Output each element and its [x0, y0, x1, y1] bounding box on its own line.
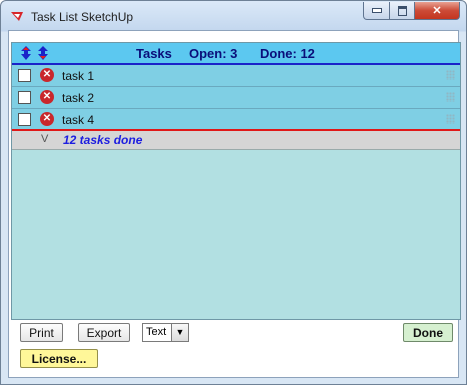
window-title: Task List SketchUp — [31, 10, 134, 24]
drag-handle-icon[interactable] — [446, 114, 455, 124]
export-format-value: Text — [146, 326, 167, 338]
task-checkbox[interactable] — [18, 91, 31, 104]
task-row[interactable]: ✕ task 2 — [12, 87, 460, 109]
delete-x-icon[interactable]: ✕ — [40, 90, 54, 104]
move-up-icon[interactable] — [21, 46, 31, 60]
delete-x-icon[interactable]: ✕ — [40, 68, 54, 82]
task-checkbox[interactable] — [18, 113, 31, 126]
chevron-down-icon[interactable]: ▼ — [171, 324, 188, 341]
window-controls: ✕ — [363, 2, 460, 20]
minimize-button[interactable] — [363, 2, 390, 20]
done-count: Done: 12 — [260, 46, 315, 61]
maximize-icon — [397, 5, 407, 16]
task-checkbox[interactable] — [18, 69, 31, 82]
export-format-select[interactable]: Text ▼ — [142, 323, 189, 342]
task-label: task 1 — [62, 69, 95, 83]
task-row[interactable]: ✕ task 4 — [12, 109, 460, 131]
task-label: task 2 — [62, 91, 95, 105]
delete-x-icon[interactable]: ✕ — [40, 112, 54, 126]
done-button[interactable]: Done — [403, 323, 453, 342]
close-button[interactable]: ✕ — [415, 2, 460, 20]
minimize-icon — [371, 8, 382, 13]
task-label: task 4 — [62, 113, 95, 127]
task-row[interactable]: ✕ task 1 — [12, 65, 460, 87]
license-button[interactable]: License... — [20, 349, 98, 368]
expand-chevron-icon[interactable]: V — [41, 133, 48, 145]
header-title: Tasks — [136, 46, 172, 61]
done-tasks-bar[interactable]: V 12 tasks done — [12, 129, 460, 150]
title-bar[interactable]: Task List SketchUp ✕ — [1, 1, 466, 31]
task-panel: Tasks Open: 3 Done: 12 ✕ task 1 ✕ task 2… — [11, 42, 461, 320]
close-icon: ✕ — [432, 5, 442, 17]
open-count: Open: 3 — [189, 46, 238, 61]
tasks-header: Tasks Open: 3 Done: 12 — [12, 43, 460, 65]
drag-handle-icon[interactable] — [446, 92, 455, 102]
drag-handle-icon[interactable] — [446, 70, 455, 80]
move-down-icon[interactable] — [38, 46, 48, 60]
done-tasks-summary: 12 tasks done — [63, 133, 143, 147]
export-button[interactable]: Export — [78, 323, 130, 342]
sketchup-logo-icon — [11, 12, 23, 21]
maximize-button[interactable] — [390, 2, 415, 20]
print-button[interactable]: Print — [20, 323, 63, 342]
